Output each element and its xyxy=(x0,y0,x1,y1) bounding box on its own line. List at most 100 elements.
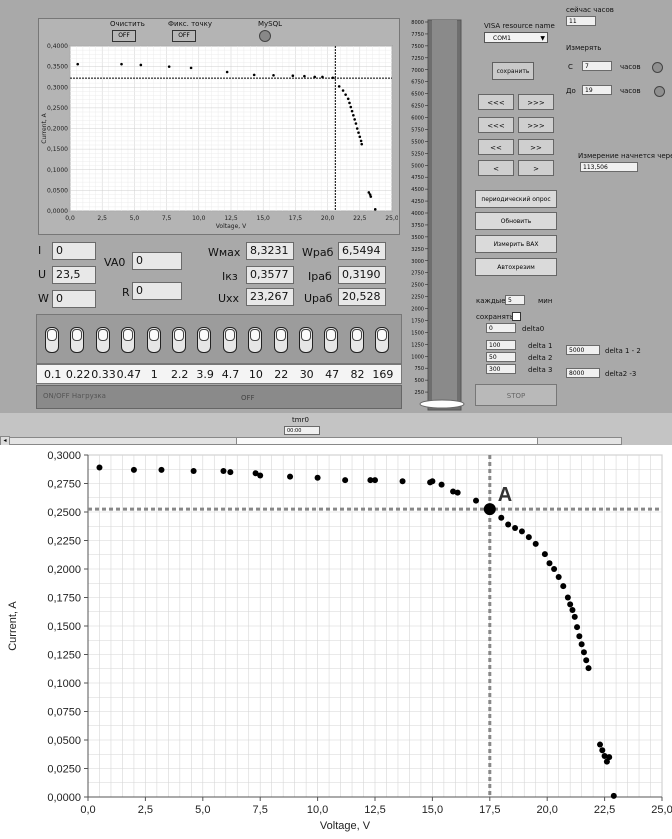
delta-input[interactable]: 100 xyxy=(486,340,516,350)
tmr-label: tmr0 xyxy=(292,416,309,424)
starts-in-label: Измерение начнется через xyxy=(578,152,672,160)
x-tick-label: 17,5 xyxy=(479,804,500,816)
switch-knob xyxy=(224,329,235,341)
scale-tick-label: 3000 xyxy=(411,259,424,265)
switch-knob xyxy=(72,329,83,341)
nav-fwd-3b-button[interactable]: >>> xyxy=(518,117,554,133)
stop-button[interactable]: STOP xyxy=(475,384,557,406)
delta23-input[interactable]: 8000 xyxy=(566,368,600,378)
delta12-input[interactable]: 5000 xyxy=(566,345,600,355)
from-led-icon[interactable] xyxy=(652,62,663,73)
scale-tick-label: 3500 xyxy=(411,235,424,241)
delta-input[interactable]: 300 xyxy=(486,364,516,374)
u-value: 23,5 xyxy=(52,266,96,284)
r-value: 0 xyxy=(132,282,182,300)
auto-mode-button[interactable]: Автохрезим xyxy=(475,258,557,276)
scale-tick-label: 4750 xyxy=(411,175,424,181)
to-led-icon[interactable] xyxy=(654,86,665,97)
resistor-switch[interactable] xyxy=(298,327,313,353)
resistor-switch[interactable] xyxy=(69,327,85,353)
delta12-label: delta 1 - 2 xyxy=(605,347,641,355)
small-plot-y-tick: 0,1000 xyxy=(47,167,68,174)
delta-input[interactable]: 50 xyxy=(486,352,516,362)
resistor-switch[interactable] xyxy=(247,327,263,353)
scroll-left-arrow-icon[interactable]: ◂ xyxy=(0,436,10,445)
load-onoff-bar[interactable]: ON/OFF Нагрузка OFF xyxy=(36,385,402,409)
small-plot-y-tick: 0,2500 xyxy=(47,105,68,112)
nav-back-3b-button[interactable]: <<< xyxy=(478,117,514,133)
small-plot: 0,0 2,5 5,0 7,5 10,0 12,5 15,0 17,5 20,0 22,5 25,0… xyxy=(41,43,398,230)
data-point xyxy=(372,477,378,484)
x-tick-label: 10,0 xyxy=(307,804,328,816)
resistor-switch[interactable] xyxy=(95,327,110,353)
every-input[interactable]: 5 xyxy=(505,295,525,305)
resistor-switch[interactable] xyxy=(120,327,136,353)
small-plot-point xyxy=(346,97,350,101)
resistor-switch[interactable] xyxy=(222,327,237,353)
from-input[interactable]: 7 xyxy=(582,61,612,71)
visa-select[interactable]: COM1 ▼ xyxy=(484,32,548,43)
data-point xyxy=(512,524,519,531)
resistor-switch[interactable] xyxy=(273,327,288,353)
scale-tick-label: 7000 xyxy=(411,68,424,74)
nav-fwd-3-button[interactable]: >>> xyxy=(518,94,554,110)
data-point xyxy=(505,521,512,528)
save-button[interactable]: сохранить xyxy=(492,62,534,80)
nav-back-2-button[interactable]: << xyxy=(478,139,514,155)
resistor-value-label: 0.47 xyxy=(116,368,142,381)
data-point xyxy=(399,478,406,485)
delta0-input[interactable]: 0 xyxy=(486,323,516,333)
resistor-switch[interactable] xyxy=(196,327,212,353)
to-input[interactable]: 19 xyxy=(582,85,612,95)
scrollbar-thumb[interactable] xyxy=(236,437,538,445)
scale-tick-label: 1000 xyxy=(411,354,424,360)
small-plot-point xyxy=(341,89,345,92)
switch-knob xyxy=(326,329,337,341)
small-plot-x-tick: 10,0 xyxy=(192,215,206,222)
data-point xyxy=(560,583,567,590)
scale-tick-label: 6750 xyxy=(411,80,424,86)
visa-label: VISA resource name xyxy=(484,22,555,30)
r-label: R xyxy=(122,286,130,299)
resistor-switch[interactable] xyxy=(323,327,339,353)
switch-knob xyxy=(275,329,286,341)
data-point xyxy=(190,467,197,474)
small-plot-point xyxy=(369,195,373,198)
resistor-switch[interactable] xyxy=(349,327,364,353)
ikz-label: Iкз xyxy=(222,270,238,283)
small-plot-point xyxy=(189,66,193,70)
data-point xyxy=(567,601,574,608)
nav-fwd-2-button[interactable]: >> xyxy=(518,139,554,155)
to-label: До xyxy=(566,87,576,95)
scale-tick-label: 3750 xyxy=(411,223,424,229)
switch-knob xyxy=(250,329,261,341)
small-plot-y-tick: 0,3500 xyxy=(47,64,68,71)
x-tick-label: 2,5 xyxy=(138,804,153,816)
scale-tick-label: 5750 xyxy=(411,127,424,133)
data-point xyxy=(610,792,617,799)
periodic-poll-button[interactable]: периодический опрос xyxy=(475,190,557,208)
small-plot-y-tick: 0,1500 xyxy=(47,146,68,153)
nav-back-3-button[interactable]: <<< xyxy=(478,94,514,110)
nav-fwd-1-button[interactable]: > xyxy=(518,160,554,176)
small-plot-point xyxy=(344,93,347,96)
small-plot-x-tick: 20,0 xyxy=(321,215,335,222)
scale-tick-label: 4250 xyxy=(411,199,424,205)
switch-panel xyxy=(36,314,402,364)
resistor-switch[interactable] xyxy=(146,327,161,353)
save-ctrl-label: сохранять xyxy=(476,313,514,321)
scale-tick-label: 1250 xyxy=(411,342,424,348)
small-plot-point xyxy=(313,75,317,79)
resistor-switch[interactable] xyxy=(171,327,186,353)
measure-iv-button[interactable]: Измерить ВАХ xyxy=(475,235,557,253)
data-point xyxy=(546,560,553,567)
x-tick-label: 15,0 xyxy=(422,804,443,816)
resistor-switch[interactable] xyxy=(44,327,59,353)
small-plot-y-label: Current, A xyxy=(41,112,48,143)
small-plot-x-tick: 25,0 xyxy=(385,215,398,222)
nav-back-1-button[interactable]: < xyxy=(478,160,514,176)
refresh-button[interactable]: Обновить xyxy=(475,212,557,230)
save-checkbox[interactable] xyxy=(512,312,521,321)
data-point xyxy=(564,594,571,601)
resistor-switch[interactable] xyxy=(374,327,390,353)
